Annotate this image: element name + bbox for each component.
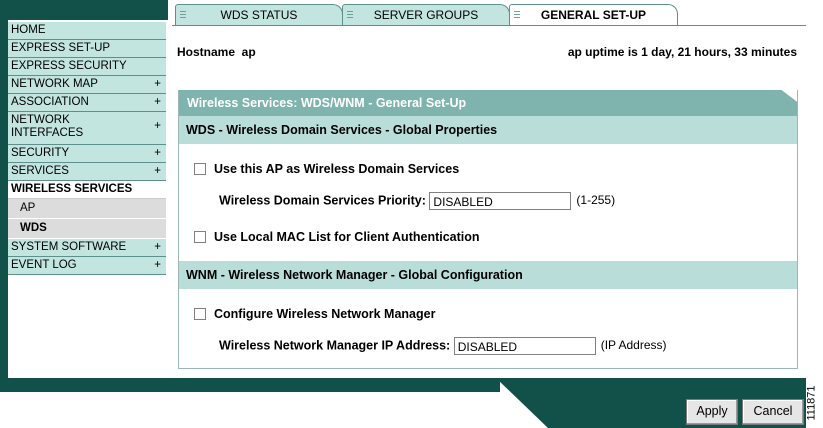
panel-title: Wireless Services: WDS/WNM - General Set… [179,90,797,116]
expand-plus-icon[interactable]: + [154,94,161,111]
tab-wds-status[interactable]: WDS STATUS [175,4,343,25]
sidebar-item-label: SECURITY [11,147,70,159]
configure-wnm-label: Configure Wireless Network Manager [214,307,436,321]
sidebar-item-label: SERVICES [11,165,69,177]
sidebar-item-label: EXPRESS SECURITY [11,60,127,72]
use-local-mac-label: Use Local MAC List for Client Authentica… [214,230,480,244]
tab-label: GENERAL SET-UP [540,8,647,22]
configure-wnm-row: Configure Wireless Network Manager [194,307,435,321]
sidebar-subitem-label: WDS [20,222,47,234]
wds-section-header: WDS - Wireless Domain Services - Global … [179,116,797,144]
sidebar-item-express-security[interactable]: EXPRESS SECURITY [8,58,166,76]
wds-priority-label: Wireless Domain Services Priority: [219,193,426,208]
tab-grip-icon [347,11,353,20]
sidebar-item-wireless-services[interactable]: WIRELESS SERVICES [8,181,166,199]
expand-plus-icon[interactable]: + [154,163,161,180]
wds-priority-input[interactable]: DISABLED [429,192,572,210]
wds-priority-row: Wireless Domain Services Priority: DISAB… [219,192,615,210]
sidebar-item-security[interactable]: SECURITY + [8,145,166,163]
use-ap-wds-checkbox[interactable] [194,162,206,175]
expand-plus-icon[interactable]: + [154,239,161,256]
wnm-section-header: WNM - Wireless Network Manager - Global … [179,261,797,289]
use-ap-wds-label: Use this AP as Wireless Domain Services [214,162,460,176]
sidebar-subitem-ap[interactable]: AP [8,199,166,219]
use-ap-wds-row: Use this AP as Wireless Domain Services [194,162,459,176]
wds-priority-hint: (1-255) [576,193,616,208]
sidebar-item-label: WIRELESS SERVICES [11,183,133,195]
sidebar-item-home[interactable]: HOME [8,22,166,40]
figure-id: 111871 [805,380,823,428]
sidebar-item-network-interfaces[interactable]: NETWORK INTERFACES + [8,112,166,145]
uptime-text: ap uptime is 1 day, 21 hours, 33 minutes [567,45,797,59]
wnm-ip-row: Wireless Network Manager IP Address: DIS… [219,337,667,355]
tab-label: SERVER GROUPS [373,8,479,22]
expand-plus-icon[interactable]: + [154,120,161,133]
sidebar-item-label: NETWORK [11,114,70,126]
hostname-text: Hostname ap [177,45,256,59]
sidebar-item-services[interactable]: SERVICES + [8,163,166,181]
expand-plus-icon[interactable]: + [154,257,161,274]
wnm-ip-input[interactable]: DISABLED [453,337,596,355]
cancel-button[interactable]: Cancel [742,399,804,425]
wnm-ip-label: Wireless Network Manager IP Address: [219,338,451,353]
configure-wnm-checkbox[interactable] [194,307,206,320]
sidebar-item-system-software[interactable]: SYSTEM SOFTWARE + [8,239,166,257]
sidebar-item-label: INTERFACES [11,127,84,139]
sidebar-item-express-setup[interactable]: EXPRESS SET-UP [8,40,166,58]
sidebar-item-label: EVENT LOG [11,259,77,271]
sidebar-item-event-log[interactable]: EVENT LOG + [8,257,166,275]
expand-plus-icon[interactable]: + [154,76,161,93]
use-local-mac-row: Use Local MAC List for Client Authentica… [194,230,480,244]
frame-left [0,0,8,392]
tab-grip-icon [180,11,186,20]
expand-plus-icon[interactable]: + [154,145,161,162]
sidebar-item-network-map[interactable]: NETWORK MAP + [8,76,166,94]
sidebar-item-label: SYSTEM SOFTWARE [11,241,127,253]
sidebar-nav: HOME EXPRESS SET-UP EXPRESS SECURITY NET… [8,22,166,275]
sidebar-item-association[interactable]: ASSOCIATION + [8,94,166,112]
sidebar-subitem-label: AP [20,202,36,214]
sidebar-item-label: EXPRESS SET-UP [11,42,111,54]
apply-button[interactable]: Apply [686,399,738,425]
use-local-mac-checkbox[interactable] [194,230,206,243]
tab-general-setup[interactable]: GENERAL SET-UP [509,4,678,26]
sidebar-subitem-wds[interactable]: WDS [8,219,166,239]
wnm-ip-hint: (IP Address) [600,338,667,353]
sidebar-item-label: NETWORK MAP [11,78,98,90]
sidebar-item-label: ASSOCIATION [11,96,89,108]
frame-top [0,0,168,20]
tab-grip-icon [514,11,520,20]
figure-id-text: 111871 [805,385,818,421]
tab-underline [172,25,806,26]
tab-server-groups[interactable]: SERVER GROUPS [342,4,510,25]
tab-label: WDS STATUS [220,8,298,22]
sidebar-item-label: HOME [11,24,46,36]
general-setup-panel: Wireless Services: WDS/WNM - General Set… [178,90,798,369]
frame-bottom-left [0,378,500,392]
